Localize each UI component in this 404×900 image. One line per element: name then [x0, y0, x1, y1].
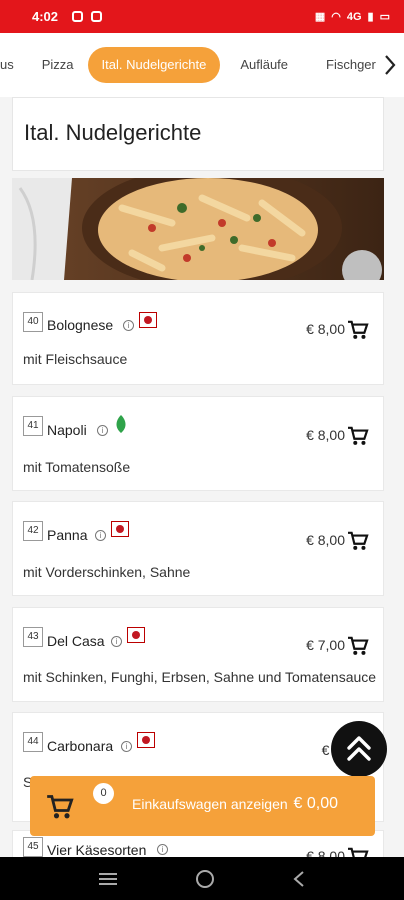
spicy-badge-icon — [137, 732, 155, 748]
item-description: mit Fleischsauce — [23, 351, 128, 367]
info-icon[interactable]: i — [95, 530, 106, 541]
add-to-cart-icon[interactable] — [347, 426, 369, 446]
info-icon[interactable]: i — [157, 844, 168, 855]
signal-icon: ▮ — [367, 11, 374, 23]
section-title: Ital. Nudelgerichte — [24, 120, 202, 145]
item-name: Vier Käsesorten — [47, 842, 147, 858]
info-icon[interactable]: i — [111, 636, 122, 647]
item-price: € 8,00 — [306, 321, 345, 337]
view-cart-button[interactable]: 0 Einkaufswagen anzeigen € 0,00 — [30, 776, 375, 836]
item-number: 43 — [23, 627, 43, 647]
tab-pizza[interactable]: Pizza — [28, 47, 88, 83]
menu-item[interactable]: 41 Napoli i mit Tomatensoße € 8,00 — [12, 396, 384, 491]
item-price: € 8,00 — [306, 532, 345, 548]
double-chevron-up-icon — [347, 736, 371, 761]
status-right-icons: ▦ ◠ 4G ▮ ▭ — [314, 10, 390, 24]
status-time: 4:02 — [32, 9, 59, 24]
spicy-badge-icon — [139, 312, 157, 328]
spicy-badge-icon — [111, 521, 129, 537]
tab-auflaeufe[interactable]: Aufläufe — [226, 47, 302, 83]
add-to-cart-icon[interactable] — [347, 531, 369, 551]
item-name: Panna — [47, 527, 88, 543]
section-header: Ital. Nudelgerichte — [12, 97, 384, 171]
cart-count-badge: 0 — [93, 783, 114, 804]
item-price: € 7,00 — [306, 637, 345, 653]
tab-menus[interactable]: us — [0, 47, 28, 83]
vegetarian-leaf-icon — [116, 415, 126, 433]
system-nav-bar — [0, 857, 404, 900]
item-description: mit Vorderschinken, Sahne — [23, 564, 191, 580]
cart-label: Einkaufswagen anzeigen — [132, 796, 288, 812]
item-number: 45 — [23, 837, 43, 857]
menu-item[interactable]: 40 Bolognese i mit Fleischsauce € 8,00 — [12, 292, 384, 385]
chevron-right-icon[interactable] — [376, 33, 404, 97]
hd-icon: ▦ — [314, 11, 326, 23]
category-tabs: us Pizza Ital. Nudelgerichte Aufläufe Fi… — [0, 33, 404, 97]
tab-nudelgerichte[interactable]: Ital. Nudelgerichte — [87, 47, 221, 83]
notification-icon — [72, 11, 84, 22]
back-icon[interactable] — [292, 870, 306, 888]
item-number: 41 — [23, 416, 43, 436]
info-icon[interactable]: i — [97, 425, 108, 436]
cart-total: € 0,00 — [293, 795, 338, 812]
network-label: 4G — [346, 10, 362, 23]
item-number: 42 — [23, 521, 43, 541]
item-description: mit Schinken, Funghi, Erbsen, Sahne und … — [23, 669, 377, 685]
menu-item[interactable]: 42 Panna i mit Vorderschinken, Sahne € 8… — [12, 501, 384, 596]
add-to-cart-icon[interactable] — [347, 636, 369, 656]
spicy-badge-icon — [127, 627, 145, 643]
recent-apps-icon[interactable] — [98, 871, 118, 887]
shopping-cart-icon — [47, 795, 74, 819]
scroll-to-top-button[interactable] — [331, 721, 387, 777]
status-notification-icons — [72, 11, 103, 22]
battery-icon: ▭ — [379, 11, 390, 23]
info-icon[interactable]: i — [121, 741, 132, 752]
category-banner-image — [12, 178, 384, 280]
notification-icon — [91, 11, 103, 22]
info-icon[interactable]: i — [123, 320, 134, 331]
item-name: Carbonara — [47, 738, 114, 754]
status-bar: 4:02 ▦ ◠ 4G ▮ ▭ — [0, 0, 404, 33]
item-number: 40 — [23, 312, 43, 332]
home-icon[interactable] — [195, 869, 215, 889]
item-name: Napoli — [47, 422, 87, 438]
item-name: Del Casa — [47, 633, 105, 649]
item-price: € 8,00 — [306, 427, 345, 443]
item-description: mit Tomatensoße — [23, 459, 131, 475]
add-to-cart-icon[interactable] — [347, 320, 369, 340]
wifi-icon: ◠ — [331, 11, 341, 23]
item-name: Bolognese — [47, 317, 114, 333]
menu-item[interactable]: 43 Del Casa i mit Schinken, Funghi, Erbs… — [12, 607, 384, 702]
item-number: 44 — [23, 732, 43, 752]
